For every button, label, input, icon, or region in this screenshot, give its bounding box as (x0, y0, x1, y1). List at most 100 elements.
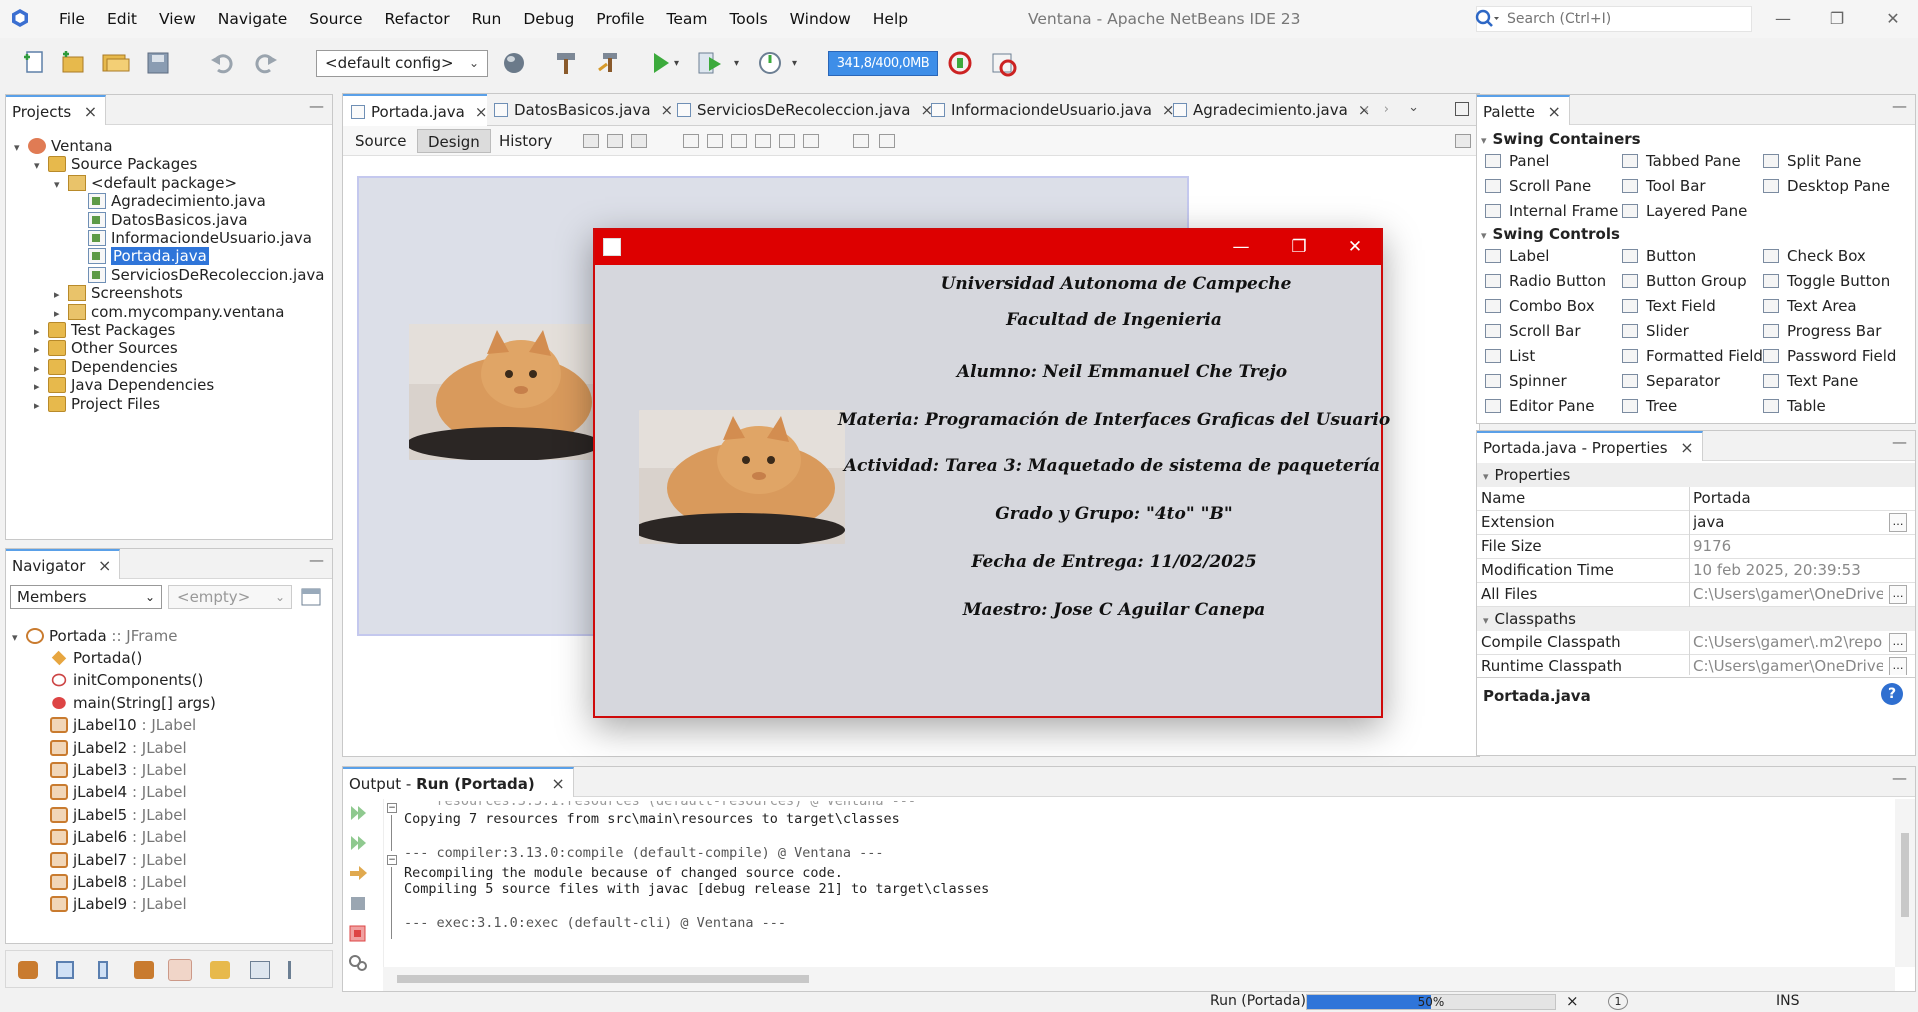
empty-filter-select[interactable]: <empty> ⌄ (168, 585, 292, 609)
expand-icon[interactable] (1455, 134, 1471, 148)
palette-item-formatted-field[interactable]: Formatted Field (1622, 345, 1763, 367)
component-icon[interactable] (168, 959, 192, 981)
close-window-button[interactable]: ✕ (1878, 6, 1908, 32)
palette-item-split-pane[interactable]: Split Pane (1763, 150, 1861, 172)
horizontal-scrollbar[interactable] (383, 967, 1895, 991)
maximize-button[interactable]: ❐ (1822, 6, 1852, 32)
edit-value-button[interactable]: … (1889, 633, 1907, 652)
palette-item-label[interactable]: Label (1485, 245, 1549, 267)
palette-item-tree[interactable]: Tree (1622, 395, 1677, 417)
navigator-options-icon[interactable] (300, 586, 322, 608)
member-item[interactable]: jLabel10 : JLabel (50, 714, 196, 736)
palette-item-editor-pane[interactable]: Editor Pane (1485, 395, 1594, 417)
member-item[interactable]: jLabel3 : JLabel (50, 759, 187, 781)
close-icon[interactable]: × (1548, 97, 1561, 127)
property-value[interactable]: C:\Users\gamer\OneDrive\... (1693, 655, 1883, 675)
minimize-panel-icon[interactable]: — (1892, 433, 1907, 451)
clear-output-icon[interactable] (347, 953, 369, 973)
search-box[interactable] (1474, 6, 1752, 32)
palette-item-separator[interactable]: Separator (1622, 370, 1720, 392)
member-item[interactable]: jLabel5 : JLabel (50, 804, 187, 826)
open-project-icon[interactable] (100, 48, 130, 78)
maximize-editor-icon[interactable] (1455, 102, 1469, 116)
build-hammer-icon[interactable] (552, 48, 582, 78)
edit-value-button[interactable]: … (1889, 657, 1907, 675)
scroll-tabs-left-icon[interactable]: ‹ (1364, 102, 1369, 117)
notifications-badge[interactable]: 1 (1608, 993, 1628, 1010)
palette-item-check-box[interactable]: Check Box (1763, 245, 1866, 267)
tab-output[interactable]: Output - Run (Portada) × (343, 767, 574, 797)
inspector-icon[interactable] (18, 961, 38, 979)
vertical-scrollbar[interactable] (1895, 799, 1915, 967)
clean-build-icon[interactable] (595, 48, 625, 78)
menu-item-source[interactable]: Source (298, 0, 373, 38)
rerun-with-params-icon[interactable] (347, 833, 369, 853)
members-filter-select[interactable]: Members ⌄ (10, 585, 162, 609)
palette-item-table[interactable]: Table (1763, 395, 1826, 417)
menu-item-navigate[interactable]: Navigate (207, 0, 299, 38)
new-file-icon[interactable] (20, 48, 50, 78)
package-view-icon[interactable] (210, 961, 230, 979)
run-icon[interactable] (645, 48, 675, 78)
menu-item-refactor[interactable]: Refactor (374, 0, 461, 38)
undo-icon[interactable] (208, 48, 238, 78)
palette-item-radio-button[interactable]: Radio Button (1485, 270, 1606, 292)
palette-item-tool-bar[interactable]: Tool Bar (1622, 175, 1706, 197)
palette-item-button[interactable]: Button (1622, 245, 1696, 267)
close-icon[interactable]: × (84, 97, 97, 127)
palette-item-text-field[interactable]: Text Field (1622, 295, 1716, 317)
palette-item-combo-box[interactable]: Combo Box (1485, 295, 1595, 317)
preview-design-icon[interactable] (631, 134, 647, 148)
snapshot-icon[interactable] (988, 48, 1018, 78)
member-item[interactable]: jLabel4 : JLabel (50, 781, 187, 803)
align-right-icon[interactable] (731, 134, 747, 148)
layout-panel-icon[interactable] (56, 961, 74, 979)
palette-item-progress-bar[interactable]: Progress Bar (1763, 320, 1881, 342)
palette-item-scroll-bar[interactable]: Scroll Bar (1485, 320, 1581, 342)
sort-order-icon[interactable] (288, 961, 308, 979)
menu-item-debug[interactable]: Debug (512, 0, 585, 38)
property-row[interactable]: Compile Classpath C:\Users\gamer\.m2\repo… (1477, 631, 1915, 655)
cancel-task-icon[interactable]: × (1566, 992, 1579, 1010)
palette-item-spinner[interactable]: Spinner (1485, 370, 1567, 392)
minimize-panel-icon[interactable]: — (309, 97, 324, 115)
member-item[interactable]: main(String[] args) (50, 692, 216, 714)
tab-palette[interactable]: Palette × (1477, 95, 1570, 125)
run-dropdown-arrow-icon[interactable]: ▾ (674, 58, 679, 69)
palette-item-internal-frame[interactable]: Internal Frame (1485, 200, 1618, 222)
edit-value-button[interactable]: … (1889, 585, 1907, 604)
property-row[interactable]: File Size 9176 (1477, 535, 1915, 559)
save-all-icon[interactable] (143, 48, 173, 78)
history-view-button[interactable]: History (489, 129, 562, 153)
editor-tab[interactable]: DatosBasicos.java × (486, 94, 673, 126)
scrollbar-thumb[interactable] (1901, 833, 1909, 917)
design-view-button[interactable]: Design (417, 129, 491, 153)
expand-arrow-icon[interactable]: ▾ (34, 155, 48, 177)
expand-arrow-icon[interactable]: ▸ (34, 395, 48, 417)
minimize-button[interactable]: — (1213, 230, 1269, 265)
search-icon[interactable] (1474, 8, 1500, 30)
menu-item-window[interactable]: Window (779, 0, 862, 38)
close-icon[interactable]: × (551, 769, 564, 799)
navigator-root[interactable]: ▾ Portada :: JFrame (12, 625, 177, 647)
palette-item-desktop-pane[interactable]: Desktop Pane (1763, 175, 1890, 197)
editor-tab[interactable]: InformaciondeUsuario.java × (923, 94, 1174, 126)
property-row[interactable]: Modification Time 10 feb 2025, 20:39:53 (1477, 559, 1915, 583)
member-item[interactable]: Portada() (50, 647, 142, 669)
member-item[interactable]: jLabel7 : JLabel (50, 849, 187, 871)
configuration-select[interactable]: <default config> ⌄ (316, 50, 488, 77)
menu-item-profile[interactable]: Profile (585, 0, 655, 38)
minimize-panel-icon[interactable]: — (1892, 769, 1907, 787)
palette-item-toggle-button[interactable]: Toggle Button (1763, 270, 1890, 292)
selection-mode-icon[interactable] (583, 134, 599, 148)
property-value[interactable]: java (1693, 511, 1883, 534)
running-app-titlebar[interactable]: — ❐ ✕ (595, 230, 1381, 265)
layout-vertical-icon[interactable] (98, 961, 108, 979)
sort-members-icon[interactable] (250, 961, 270, 979)
palette-item-button-group[interactable]: Button Group (1622, 270, 1747, 292)
property-row[interactable]: All FilesC:\Users\gamer\OneDrive\...… (1477, 583, 1915, 607)
property-row[interactable]: Name Portada (1477, 487, 1915, 511)
minimize-button[interactable]: — (1768, 6, 1798, 32)
expand-arrow-icon[interactable]: ▾ (14, 137, 28, 159)
stop-icon[interactable] (347, 923, 369, 943)
